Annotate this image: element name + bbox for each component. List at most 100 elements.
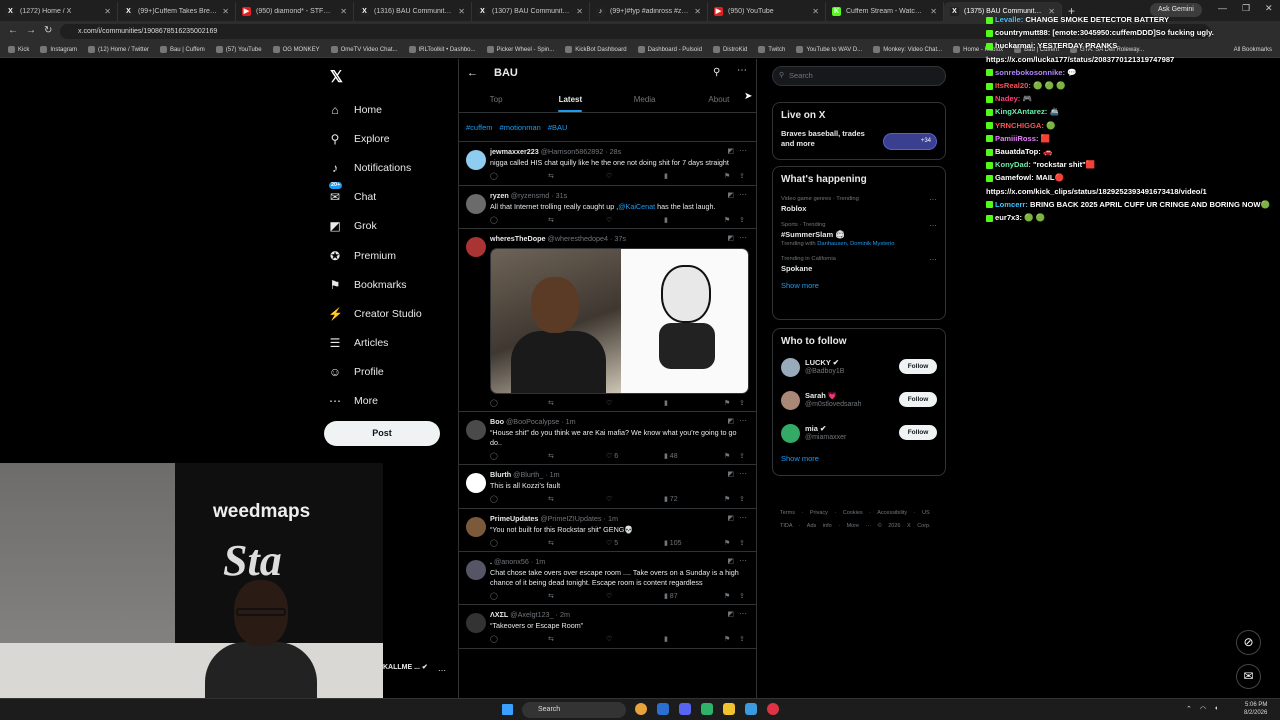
reply-icon[interactable]: ◯ xyxy=(490,172,498,180)
grok-icon[interactable]: ◩ xyxy=(727,191,734,199)
follow-button[interactable]: Follow xyxy=(899,359,937,374)
grok-icon[interactable]: ◩ xyxy=(727,557,734,565)
grok-icon[interactable]: ◩ xyxy=(727,610,734,618)
x-logo-icon[interactable]: 𝕏 xyxy=(330,67,343,87)
start-menu-icon[interactable] xyxy=(502,704,513,715)
bookmark-item[interactable]: Bau | Cuffem xyxy=(159,46,205,53)
nav-item-premium[interactable]: ✪ Premium xyxy=(328,241,422,270)
back-arrow-icon[interactable]: ← xyxy=(467,67,478,79)
reply-icon[interactable]: ◯ xyxy=(490,495,498,503)
like-icon[interactable]: ♡ xyxy=(606,592,612,600)
post-author-name[interactable]: Blurth xyxy=(490,470,511,479)
trend-more-icon[interactable]: ⋯ xyxy=(929,195,937,204)
bookmark-item[interactable]: Dashboard - Pulsoid xyxy=(637,46,702,53)
tab-latest[interactable]: Latest xyxy=(533,86,607,112)
browser-tab[interactable]: X (1307) BAU Community / X ✕ xyxy=(472,2,590,21)
views-icon[interactable]: ▮ xyxy=(664,399,668,407)
nav-item-grok[interactable]: ◩ Grok xyxy=(328,212,422,241)
tab-close-icon[interactable]: ✕ xyxy=(340,7,347,16)
post-author-name[interactable]: ryzen xyxy=(490,191,509,200)
reply-icon[interactable]: ◯ xyxy=(490,399,498,407)
grok-icon[interactable]: ◩ xyxy=(727,470,734,478)
grok-floating-icon[interactable]: ⊘ xyxy=(1236,630,1261,655)
repost-icon[interactable]: ⇆ xyxy=(548,635,554,643)
bookmark-icon[interactable]: ⚑ xyxy=(724,216,730,224)
bookmark-item[interactable]: OmeTV Video Chat... xyxy=(330,46,398,53)
follow-button[interactable]: Follow xyxy=(899,425,937,440)
bookmark-item[interactable]: Monkey: Video Chat... xyxy=(873,46,942,53)
bookmark-item[interactable]: (12) Home / Twitter xyxy=(88,46,149,53)
follow-suggestion[interactable]: Sarah 💗 @m0stlovedsarah Follow xyxy=(781,388,937,421)
reload-icon[interactable]: ↻ xyxy=(44,25,52,36)
nav-item-home[interactable]: ⌂ Home xyxy=(328,95,422,124)
nav-item-profile[interactable]: ☺ Profile xyxy=(328,358,422,387)
post-author-name[interactable]: jewmaxxer223 xyxy=(490,147,539,156)
search-icon[interactable]: ⚲ xyxy=(713,67,720,78)
post-author-name[interactable]: ΛXΣL xyxy=(490,610,508,619)
post-author-name[interactable]: Boo xyxy=(490,417,504,426)
browser-tab[interactable]: X (99+)Cuffem Takes Break After ✕ xyxy=(118,2,236,21)
tab-media[interactable]: Media xyxy=(608,86,682,112)
tab-close-icon[interactable]: ✕ xyxy=(694,7,701,16)
nav-item-creator-studio[interactable]: ⚡ Creator Studio xyxy=(328,299,422,328)
repost-icon[interactable]: ⇆ xyxy=(548,495,554,503)
store-app-icon[interactable] xyxy=(745,703,757,715)
more-options-icon[interactable]: ⋯ xyxy=(737,65,747,76)
views-icon[interactable]: ▮ 48 xyxy=(664,452,678,460)
share-icon[interactable]: ⇪ xyxy=(739,495,745,503)
post-more-icon[interactable]: ⋯ xyxy=(739,416,747,425)
post[interactable]: PrimeUpdates @PrimeIZIUpdates · 1m ◩ ⋯ “You… xyxy=(459,509,756,552)
edge-app-icon[interactable] xyxy=(657,703,669,715)
reply-icon[interactable]: ◯ xyxy=(490,635,498,643)
follow-avatar[interactable] xyxy=(781,358,800,377)
tab-close-icon[interactable]: ✕ xyxy=(812,7,819,16)
post[interactable]: Blurth @Blurth_ · 1m ◩ ⋯ This is all Kozzi'… xyxy=(459,465,756,509)
post-more-icon[interactable]: ⋯ xyxy=(739,233,747,242)
grok-icon[interactable]: ◩ xyxy=(727,514,734,522)
trend-item[interactable]: Video game genres · Trending Roblox ⋯ xyxy=(781,195,937,214)
bookmark-icon[interactable]: ⚑ xyxy=(724,452,730,460)
post-button[interactable]: Post xyxy=(324,421,440,446)
post[interactable]: ryzen @ryzensmd · 31s ◩ ⋯ All that Internet… xyxy=(459,186,756,229)
file-explorer-icon[interactable] xyxy=(723,703,735,715)
account-more-icon[interactable]: ⋯ xyxy=(438,666,446,675)
bookmark-icon[interactable]: ⚑ xyxy=(724,592,730,600)
views-icon[interactable]: ▮ 72 xyxy=(664,495,678,503)
post[interactable]: Boo @BooPocalypse · 1m ◩ ⋯ “House shit” do … xyxy=(459,412,756,465)
nav-item-explore[interactable]: ⚲ Explore xyxy=(328,124,422,153)
trend-with-names[interactable]: Danhausen, Dominik Mysterio xyxy=(817,241,894,247)
post-more-icon[interactable]: ⋯ xyxy=(739,190,747,199)
trend-item[interactable]: Sports · Trending #SummerSlam 🏟 Trending w… xyxy=(781,221,937,248)
bookmark-item[interactable]: Kick xyxy=(8,46,29,53)
tab-close-icon[interactable]: ✕ xyxy=(104,7,111,16)
bookmark-item[interactable]: OG MONKEY xyxy=(272,46,320,53)
post[interactable]: ΛXΣL @Axelgt123_ · 2m ◩ ⋯ “Takeovers or Esc… xyxy=(459,605,756,649)
tray-chevron-icon[interactable]: ⌃ xyxy=(1186,705,1192,713)
forward-icon[interactable]: → xyxy=(26,25,36,36)
taskbar-search[interactable]: Search xyxy=(522,702,626,718)
who-to-follow-show-more-link[interactable]: Show more xyxy=(781,454,937,463)
grok-icon[interactable]: ◩ xyxy=(727,234,734,242)
share-icon[interactable]: ⇪ xyxy=(739,216,745,224)
nav-item-chat[interactable]: ✉ Chat xyxy=(328,183,422,212)
bookmark-item[interactable]: Instagram xyxy=(40,46,77,53)
nav-item-more[interactable]: ⋯ More xyxy=(328,387,422,416)
share-icon[interactable]: ⇪ xyxy=(739,592,745,600)
post[interactable]: wheresTheDope @wheresthedope4 · 37s ◩ ⋯ ◯ ⇆ ♡… xyxy=(459,229,756,412)
post-avatar[interactable] xyxy=(466,193,486,214)
footer-links[interactable]: Terms · Privacy · Cookies · Accessibilit… xyxy=(780,507,940,533)
hashtag-link[interactable]: #cuffem xyxy=(466,123,493,141)
follow-suggestion[interactable]: LUCKY ✔ @Badboy1B Follow xyxy=(781,355,937,388)
browser-tab[interactable]: ▶ (950) YouTube ✕ xyxy=(708,2,826,21)
repost-icon[interactable]: ⇆ xyxy=(548,539,554,547)
nav-item-bookmarks[interactable]: ⚑ Bookmarks xyxy=(328,270,422,299)
share-icon[interactable]: ⇪ xyxy=(739,172,745,180)
post-avatar[interactable] xyxy=(466,613,486,633)
post-photo[interactable] xyxy=(491,249,621,393)
trends-show-more-link[interactable]: Show more xyxy=(781,281,937,290)
like-icon[interactable]: ♡ xyxy=(606,495,612,503)
nav-item-articles[interactable]: ☰ Articles xyxy=(328,329,422,358)
post-more-icon[interactable]: ⋯ xyxy=(739,556,747,565)
volume-icon[interactable]: ◖ xyxy=(1214,705,1218,712)
hashtag-link[interactable]: #motionman xyxy=(500,123,541,141)
